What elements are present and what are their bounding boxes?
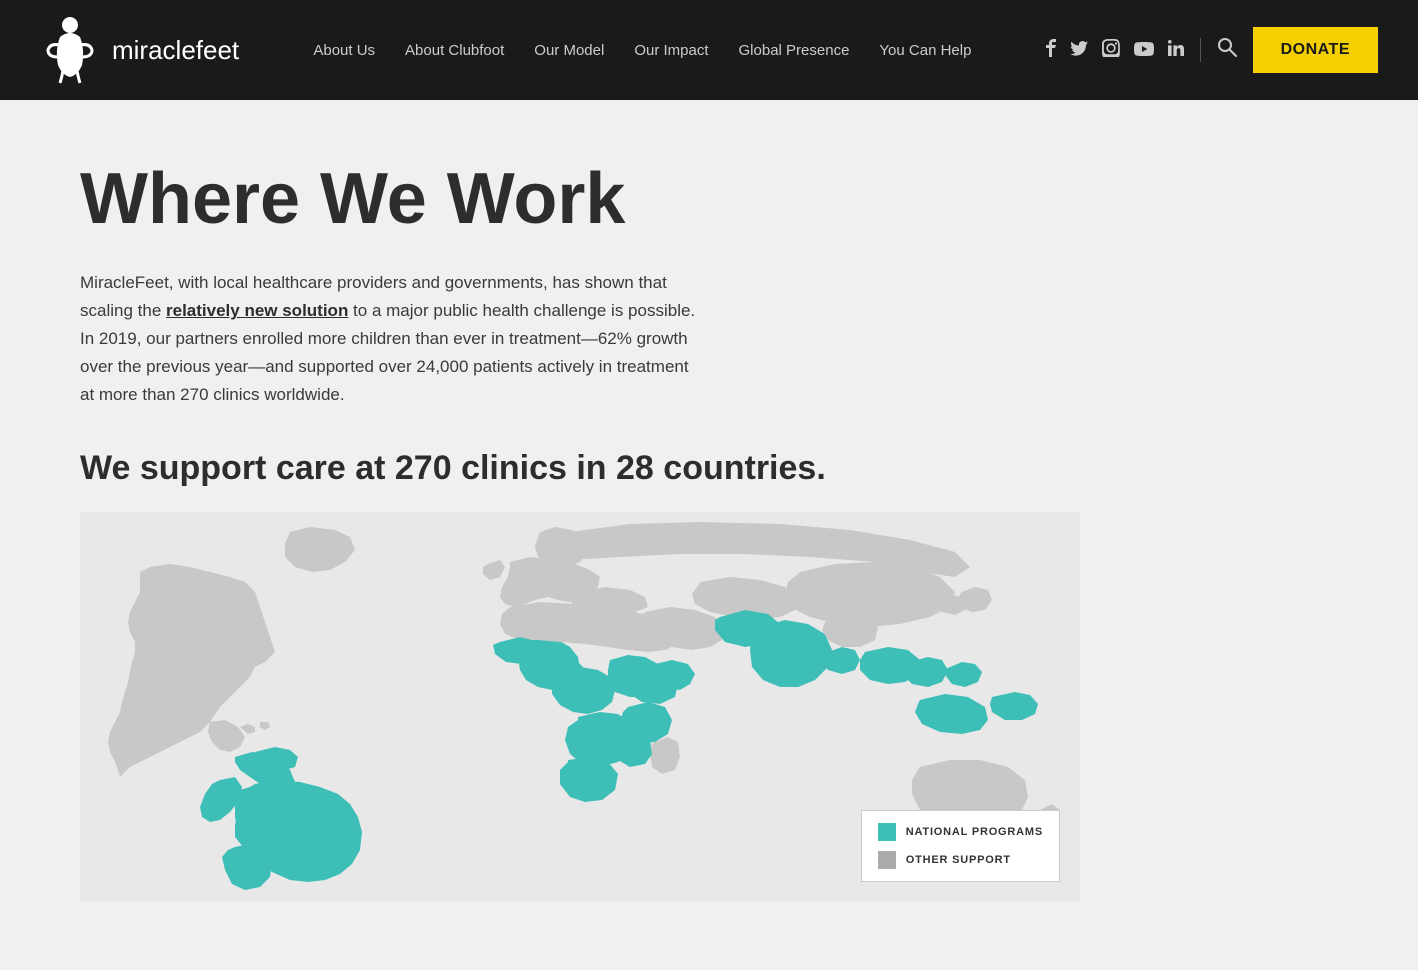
nav-about-clubfoot[interactable]: About Clubfoot	[405, 42, 504, 59]
nav-global-presence[interactable]: Global Presence	[739, 42, 850, 59]
twitter-icon[interactable]	[1070, 40, 1088, 61]
world-map-container: NATIONAL PROGRAMS OTHER SUPPORT	[80, 512, 1080, 902]
legend-national-programs: NATIONAL PROGRAMS	[878, 823, 1043, 841]
page-title: Where We Work	[80, 160, 1358, 239]
nav-our-impact[interactable]: Our Impact	[634, 42, 708, 59]
site-header: miraclefeet About Us About Clubfoot Our …	[0, 0, 1418, 100]
logo-text: miraclefeet	[112, 35, 239, 66]
nav-you-can-help[interactable]: You Can Help	[879, 42, 971, 59]
donate-button[interactable]: Donate	[1253, 27, 1378, 73]
main-content: Where We Work MiracleFeet, with local he…	[0, 100, 1418, 970]
nav-our-model[interactable]: Our Model	[534, 42, 604, 59]
legend-other-support: OTHER SUPPORT	[878, 851, 1043, 869]
youtube-icon[interactable]	[1134, 40, 1154, 61]
other-support-label: OTHER SUPPORT	[906, 854, 1011, 866]
national-programs-swatch	[878, 823, 896, 841]
main-nav: About Us About Clubfoot Our Model Our Im…	[313, 42, 971, 59]
national-programs-label: NATIONAL PROGRAMS	[906, 826, 1043, 838]
intro-paragraph: MiracleFeet, with local healthcare provi…	[80, 269, 700, 409]
map-legend: NATIONAL PROGRAMS OTHER SUPPORT	[861, 810, 1060, 882]
relatively-new-solution-link[interactable]: relatively new solution	[166, 301, 348, 320]
header-divider	[1200, 38, 1201, 62]
facebook-icon[interactable]	[1046, 39, 1056, 62]
logo-icon	[40, 15, 100, 85]
linkedin-icon[interactable]	[1168, 40, 1184, 61]
logo-area[interactable]: miraclefeet	[40, 15, 239, 85]
header-actions: Donate	[1046, 27, 1378, 73]
social-icons-group	[1046, 39, 1184, 62]
nav-about-us[interactable]: About Us	[313, 42, 375, 59]
support-heading: We support care at 270 clinics in 28 cou…	[80, 449, 980, 488]
other-support-swatch	[878, 851, 896, 869]
search-button[interactable]	[1217, 37, 1237, 63]
instagram-icon[interactable]	[1102, 39, 1120, 62]
